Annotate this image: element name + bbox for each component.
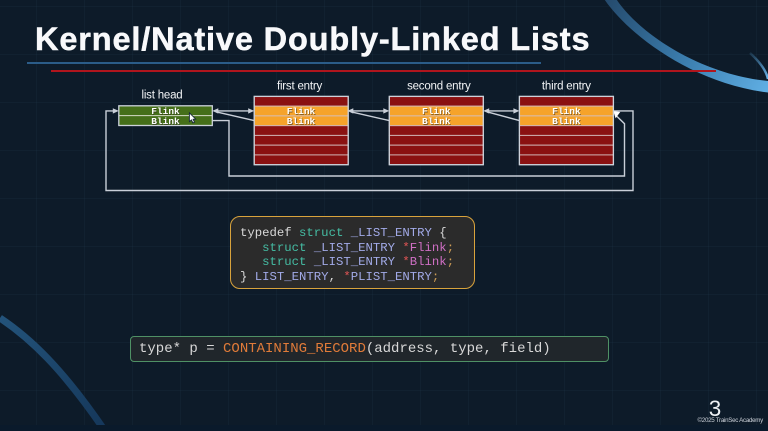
svg-text:list head: list head xyxy=(141,90,182,102)
svg-text:Blink: Blink xyxy=(552,116,581,127)
svg-text:Blink: Blink xyxy=(287,116,316,127)
svg-text:third entry: third entry xyxy=(542,81,591,93)
svg-text:Blink: Blink xyxy=(422,116,451,127)
svg-text:first entry: first entry xyxy=(277,81,323,93)
svg-text:Blink: Blink xyxy=(151,116,180,127)
svg-text:second entry: second entry xyxy=(407,81,471,93)
